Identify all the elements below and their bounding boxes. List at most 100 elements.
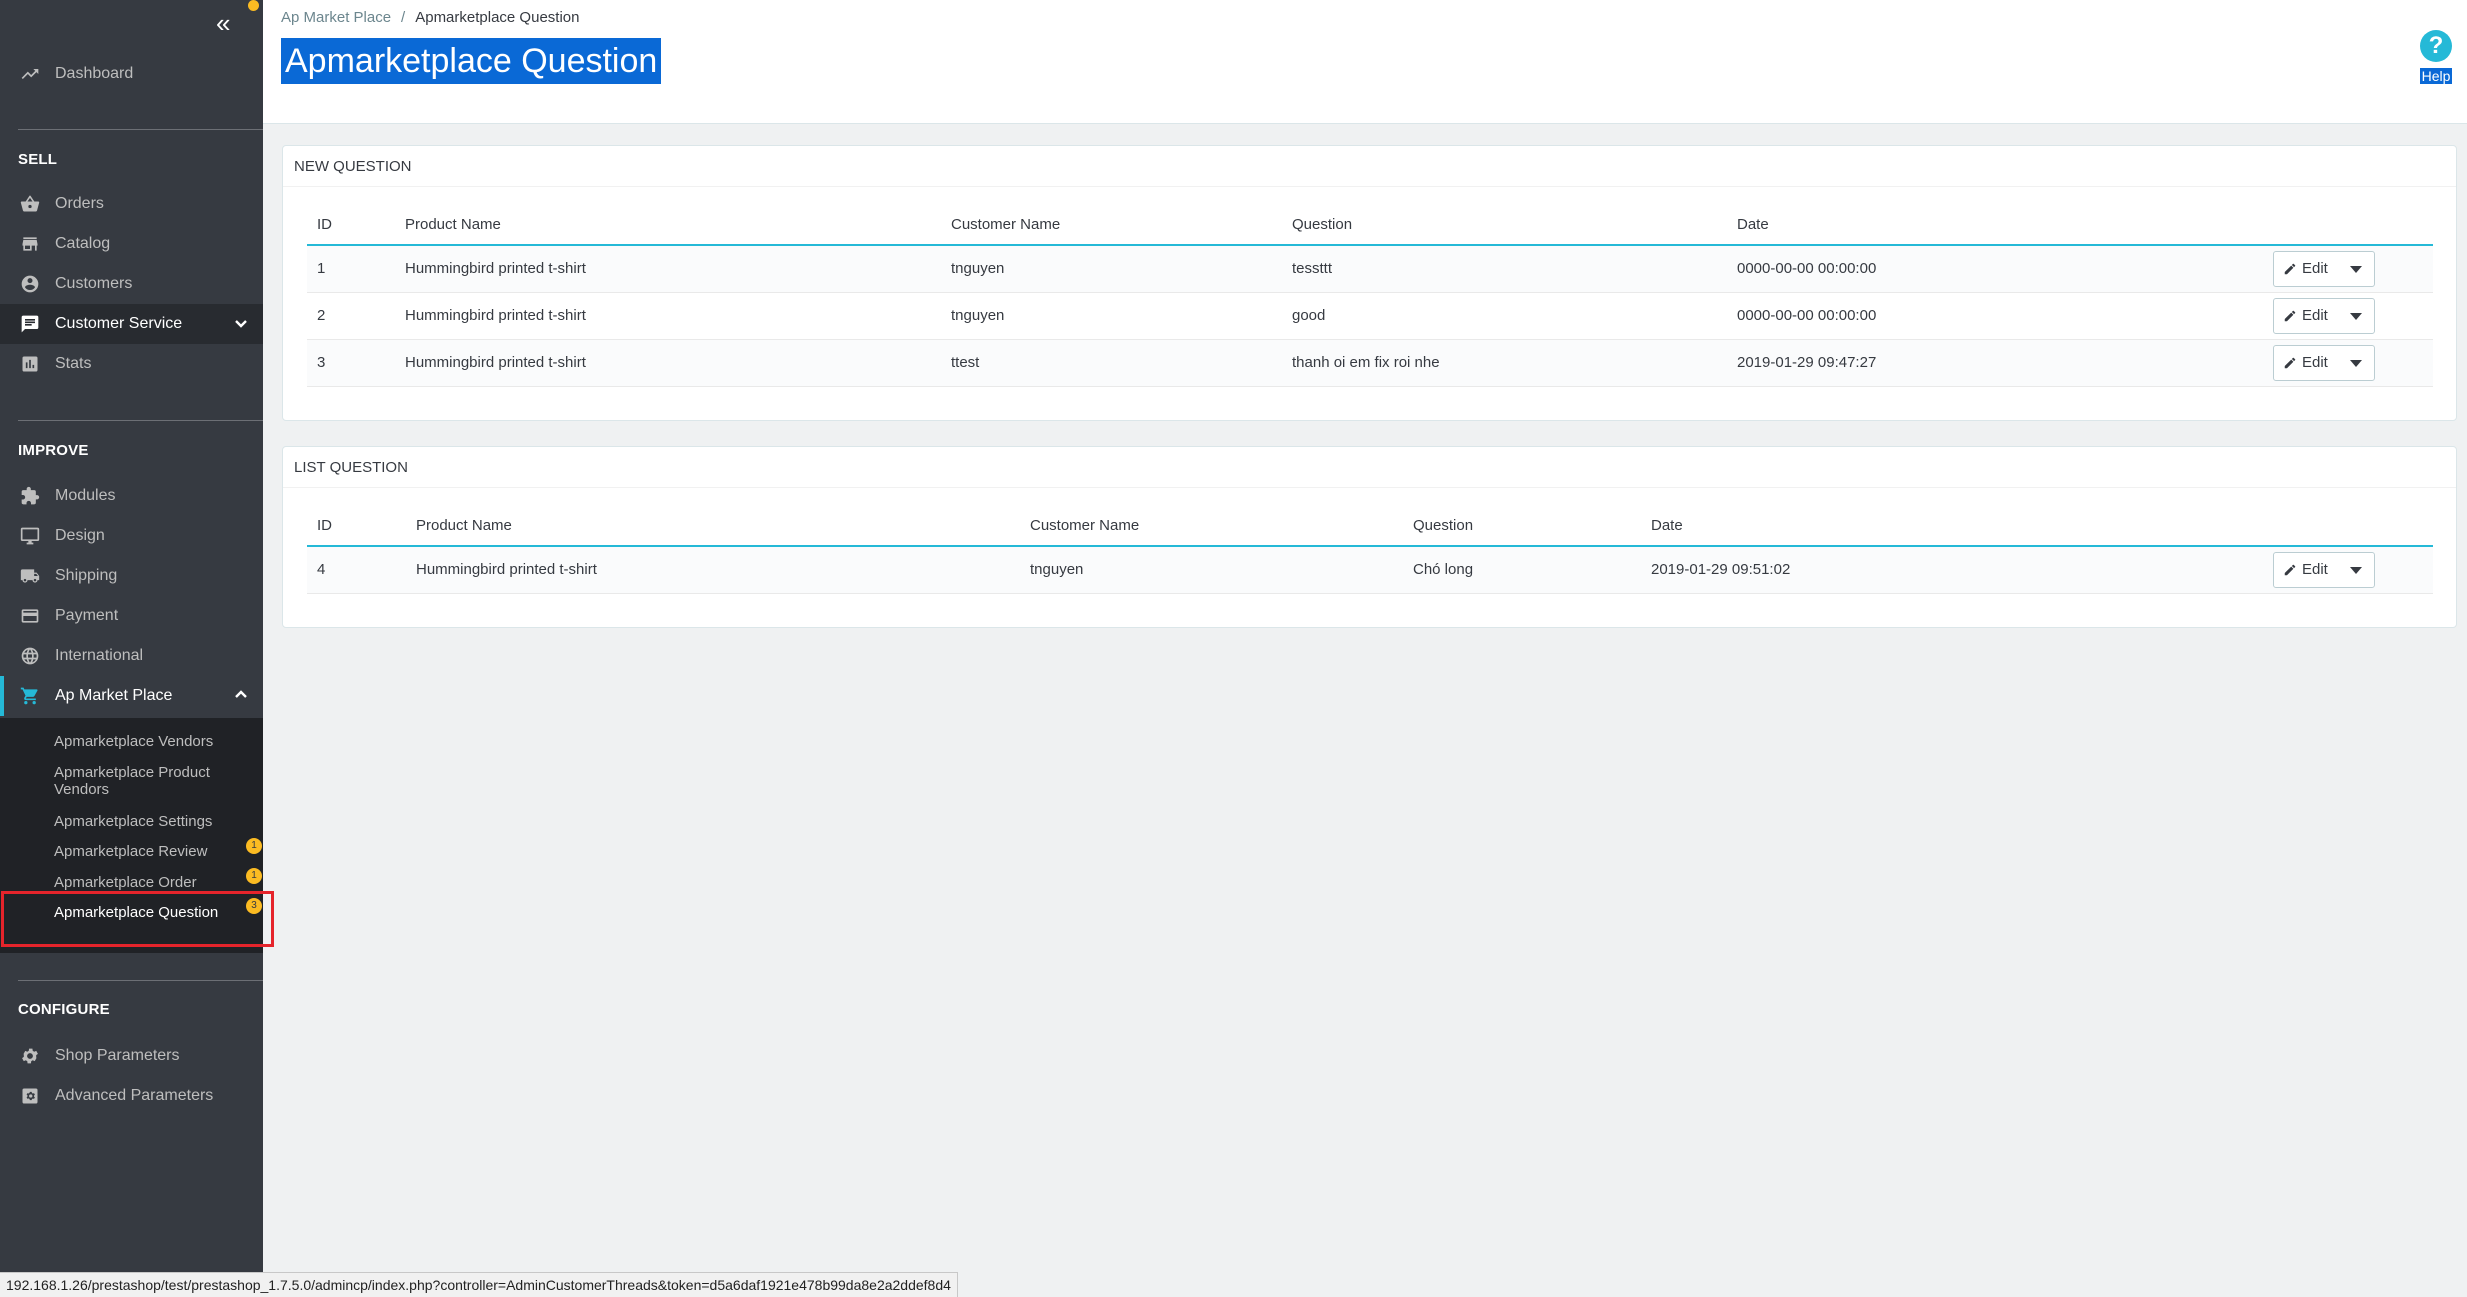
table-row[interactable]: 2 Hummingbird printed t-shirt tnguyen go… <box>307 292 2433 340</box>
sidebar-item-international[interactable]: International <box>0 636 263 676</box>
cell-actions: Edit <box>2263 339 2433 387</box>
edit-button[interactable]: Edit <box>2274 252 2338 286</box>
sidebar-item-shop-parameters[interactable]: Shop Parameters <box>0 1036 263 1076</box>
column-header-actions <box>2263 205 2433 246</box>
sidebar-item-label: Design <box>55 527 105 544</box>
submenu-item-order[interactable]: Apmarketplace Order <box>54 874 254 891</box>
chat-icon <box>19 313 41 335</box>
column-header-customer-name[interactable]: Customer Name <box>1020 506 1403 547</box>
sidebar-item-orders[interactable]: Orders <box>0 184 263 224</box>
collapse-menu-icon[interactable]: « <box>216 10 240 38</box>
actions-dropdown-toggle[interactable] <box>2338 299 2374 333</box>
chevron-down-icon <box>233 315 249 331</box>
puzzle-icon <box>19 485 41 507</box>
chevron-up-icon <box>233 687 249 703</box>
divider <box>18 980 263 981</box>
sidebar-item-dashboard[interactable]: Dashboard <box>0 54 263 94</box>
new-question-table: ID Product Name Customer Name Question D… <box>307 205 2433 387</box>
column-header-product-name[interactable]: Product Name <box>395 205 941 246</box>
table-header-row: ID Product Name Customer Name Question D… <box>307 205 2433 246</box>
cell-actions: Edit <box>2263 546 2433 594</box>
edit-button-group: Edit <box>2273 344 2375 381</box>
column-header-question[interactable]: Question <box>1403 506 1641 547</box>
divider <box>18 420 263 421</box>
edit-button[interactable]: Edit <box>2274 553 2338 587</box>
sidebar-item-label: Customers <box>55 275 133 292</box>
trending-up-icon <box>19 63 41 85</box>
pencil-icon <box>2284 310 2296 321</box>
panel-heading: LIST QUESTION <box>294 459 408 476</box>
cell-question: Chó long <box>1403 546 1641 594</box>
submenu-item-product-vendors[interactable]: Apmarketplace Product Vendors <box>54 764 254 798</box>
column-header-id[interactable]: ID <box>307 205 395 246</box>
sidebar-item-ap-market-place[interactable]: Ap Market Place <box>0 676 263 716</box>
sidebar-item-label: Shipping <box>55 567 118 584</box>
list-question-table: ID Product Name Customer Name Question D… <box>307 506 2433 594</box>
badge-review: 1 <box>246 838 262 854</box>
column-header-question[interactable]: Question <box>1282 205 1727 246</box>
edit-button-label: Edit <box>2302 307 2328 324</box>
panel-heading: NEW QUESTION <box>294 158 412 175</box>
actions-dropdown-toggle[interactable] <box>2338 252 2374 286</box>
edit-button-group: Edit <box>2273 297 2375 334</box>
edit-button[interactable]: Edit <box>2274 299 2338 333</box>
sidebar: « Dashboard SELL Orders Catalog Customer… <box>0 0 263 1297</box>
notification-dot <box>248 0 259 11</box>
sidebar-item-payment[interactable]: Payment <box>0 596 263 636</box>
cell-product-name: Hummingbird printed t-shirt <box>395 292 941 340</box>
cell-actions: Edit <box>2263 292 2433 340</box>
sidebar-item-stats[interactable]: Stats <box>0 344 263 384</box>
sidebar-item-label: Modules <box>55 487 116 504</box>
caret-down-icon <box>2349 312 2362 320</box>
bar-chart-icon <box>19 353 41 375</box>
sidebar-item-design[interactable]: Design <box>0 516 263 556</box>
table-row[interactable]: 4 Hummingbird printed t-shirt tnguyen Ch… <box>307 546 2433 594</box>
sidebar-item-label: Stats <box>55 355 92 372</box>
sidebar-item-label: Advanced Parameters <box>55 1087 214 1104</box>
submenu-item-settings[interactable]: Apmarketplace Settings <box>54 813 254 830</box>
column-header-product-name[interactable]: Product Name <box>406 506 1020 547</box>
shopping-cart-icon <box>19 685 41 707</box>
section-title-sell: SELL <box>18 151 58 168</box>
column-header-id[interactable]: ID <box>307 506 406 547</box>
help-circle-icon[interactable]: ? <box>2420 30 2452 62</box>
page-title: Apmarketplace Question <box>281 38 662 84</box>
sidebar-item-modules[interactable]: Modules <box>0 476 263 516</box>
sidebar-item-label: Dashboard <box>55 65 134 82</box>
table-row[interactable]: 1 Hummingbird printed t-shirt tnguyen te… <box>307 245 2433 293</box>
sidebar-item-shipping[interactable]: Shipping <box>0 556 263 596</box>
submenu-item-review[interactable]: Apmarketplace Review <box>54 843 254 860</box>
help-label[interactable]: Help <box>2419 68 2453 84</box>
cell-question: thanh oi em fix roi nhe <box>1282 339 1727 387</box>
sidebar-item-label: Payment <box>55 607 119 624</box>
sidebar-item-catalog[interactable]: Catalog <box>0 224 263 264</box>
column-header-customer-name[interactable]: Customer Name <box>941 205 1282 246</box>
cell-id: 1 <box>307 245 395 293</box>
breadcrumb: Ap Market Place / Apmarketplace Question <box>281 9 579 26</box>
breadcrumb-separator: / <box>401 9 406 26</box>
submenu-item-vendors[interactable]: Apmarketplace Vendors <box>54 733 254 750</box>
gear-icon <box>19 1045 41 1067</box>
table-row[interactable]: 3 Hummingbird printed t-shirt ttest than… <box>307 339 2433 387</box>
badge-order: 1 <box>246 868 262 884</box>
desktop-icon <box>19 525 41 547</box>
actions-dropdown-toggle[interactable] <box>2338 553 2374 587</box>
edit-button[interactable]: Edit <box>2274 346 2338 380</box>
sidebar-item-advanced-parameters[interactable]: Advanced Parameters <box>0 1076 263 1116</box>
sidebar-item-label: Ap Market Place <box>55 687 173 704</box>
breadcrumb-current: Apmarketplace Question <box>415 9 580 26</box>
sidebar-item-label: Catalog <box>55 235 111 252</box>
column-header-date[interactable]: Date <box>1727 205 2263 246</box>
cell-product-name: Hummingbird printed t-shirt <box>395 339 941 387</box>
sidebar-item-label: Customer Service <box>55 315 183 332</box>
sidebar-item-customer-service[interactable]: Customer Service <box>0 304 263 344</box>
cell-date: 0000-00-00 00:00:00 <box>1727 245 2263 293</box>
pencil-icon <box>2284 263 2296 274</box>
divider <box>18 129 263 130</box>
edit-button-label: Edit <box>2302 260 2328 278</box>
column-header-date[interactable]: Date <box>1641 506 2263 547</box>
help-button[interactable]: ? Help <box>2416 30 2456 85</box>
breadcrumb-link-ap-market-place[interactable]: Ap Market Place <box>281 9 391 26</box>
actions-dropdown-toggle[interactable] <box>2338 346 2374 380</box>
sidebar-item-customers[interactable]: Customers <box>0 264 263 304</box>
